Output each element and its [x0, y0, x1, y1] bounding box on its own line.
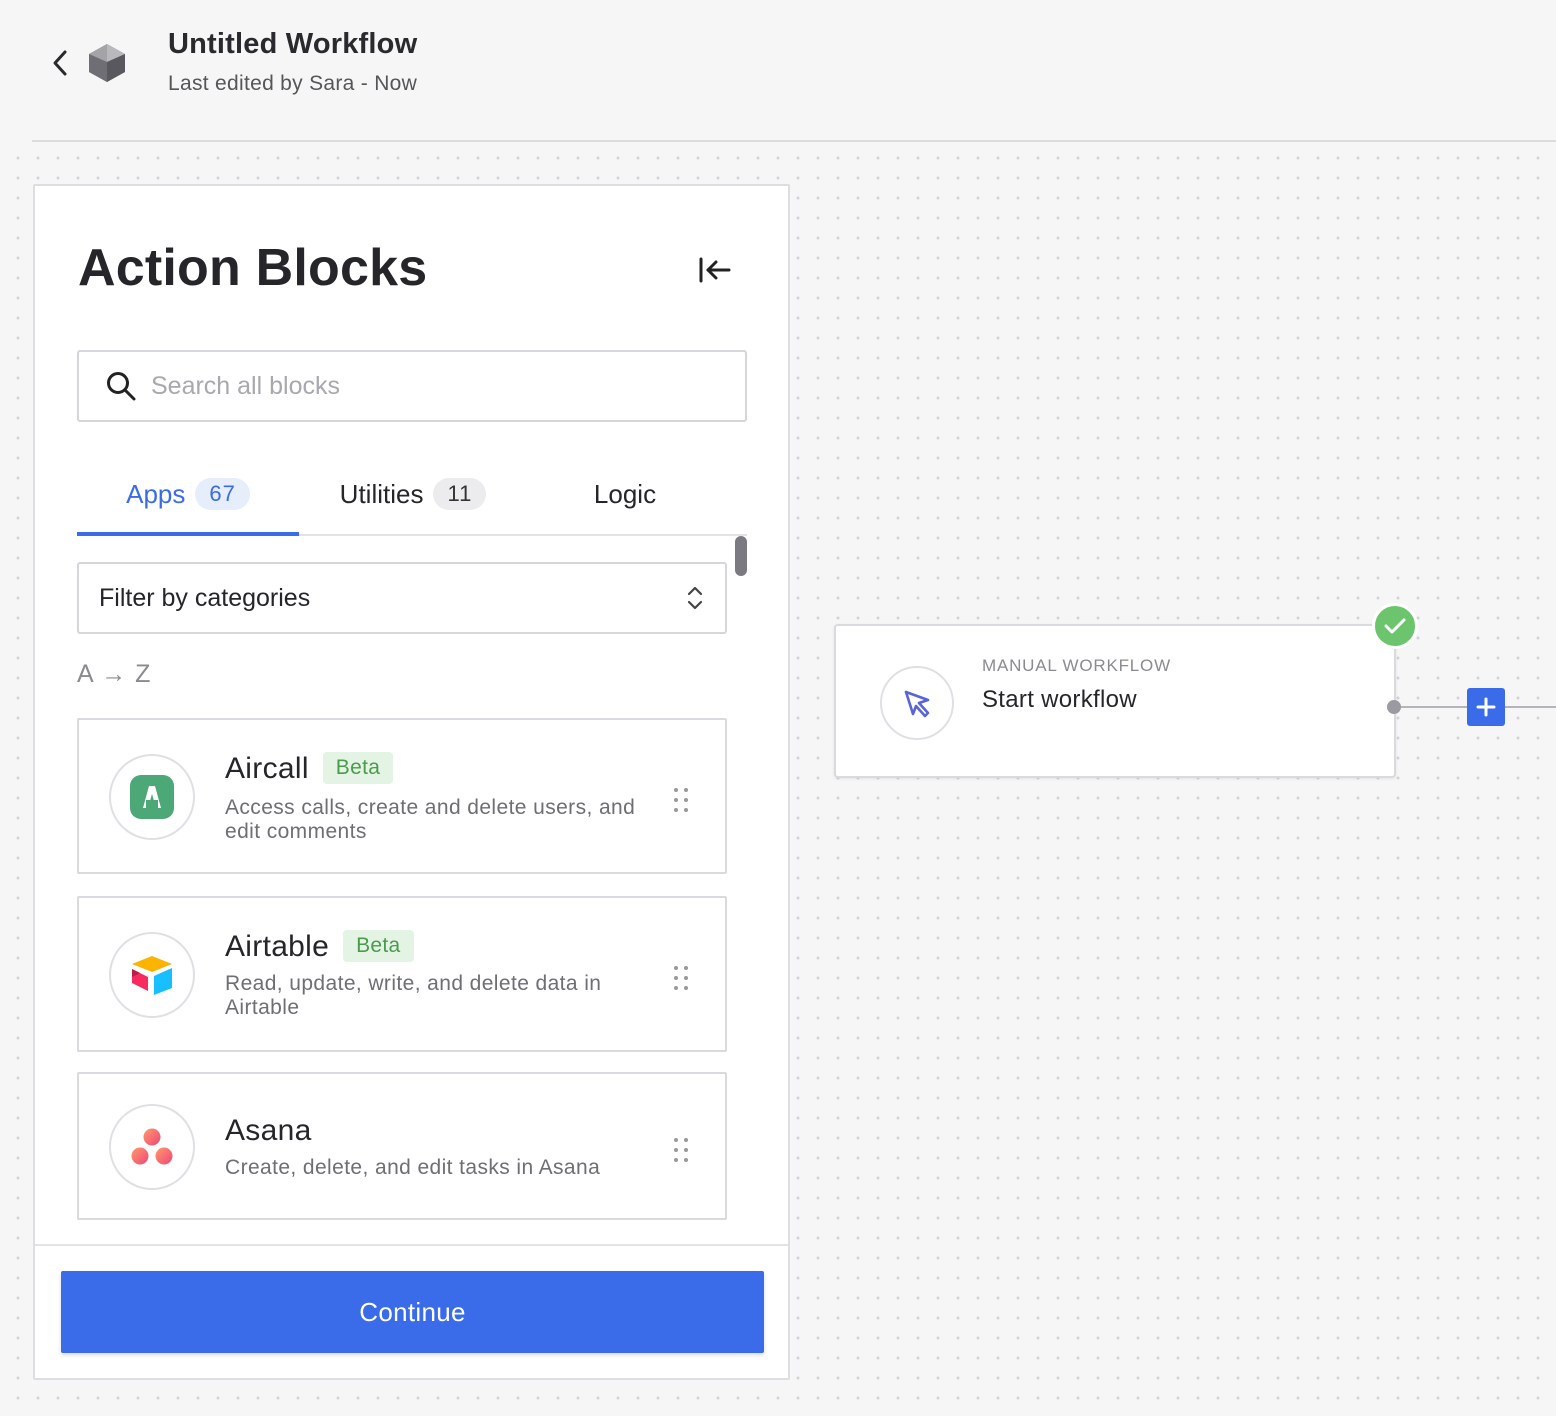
sort-order-label[interactable]: A → Z: [77, 660, 151, 689]
beta-badge: Beta: [343, 930, 414, 962]
list-item-name: Aircall: [225, 752, 309, 785]
workflow-title[interactable]: Untitled Workflow: [168, 28, 417, 61]
list-item-description: Create, delete, and edit tasks in Asana: [225, 1156, 601, 1179]
list-item-name: Asana: [225, 1114, 312, 1147]
plus-icon: [1476, 697, 1496, 717]
node-title: Start workflow: [982, 686, 1137, 713]
asana-logo-icon: [109, 1104, 195, 1190]
header-divider: [32, 140, 1556, 142]
connector-dot[interactable]: [1387, 700, 1401, 714]
workflow-logo-icon: [86, 42, 128, 84]
drag-handle-icon[interactable]: [669, 784, 693, 816]
workflow-node-start[interactable]: MANUAL WORKFLOW Start workflow: [834, 624, 1396, 778]
last-edited-text: Last edited by Sara - Now: [168, 72, 418, 95]
back-button[interactable]: [42, 44, 78, 82]
active-tab-indicator: [77, 532, 299, 536]
node-type-label: MANUAL WORKFLOW: [982, 656, 1171, 675]
tab-utilities-count: 11: [433, 478, 487, 510]
tab-logic[interactable]: Logic: [555, 454, 695, 534]
search-box[interactable]: [77, 350, 747, 422]
panel-title: Action Blocks: [78, 239, 428, 297]
chevron-up-down-icon: [687, 586, 703, 610]
search-icon: [107, 372, 136, 401]
tab-apps-label: Apps: [126, 478, 186, 509]
check-icon: [1372, 603, 1418, 649]
tab-apps[interactable]: Apps 67: [77, 454, 299, 536]
list-item-title: Asana: [225, 1114, 312, 1148]
list-item-description: Access calls, create and delete users, a…: [225, 796, 636, 843]
list-item-title: Airtable Beta: [225, 930, 414, 964]
collapse-left-icon: [699, 257, 731, 283]
list-item-description: Read, update, write, and delete data in …: [225, 972, 602, 1019]
beta-badge: Beta: [322, 752, 394, 784]
list-item[interactable]: Asana Create, delete, and edit tasks in …: [77, 1072, 727, 1220]
airtable-logo-icon: [109, 932, 195, 1018]
list-item[interactable]: Airtable Beta Read, update, write, and de…: [77, 896, 727, 1052]
search-input[interactable]: [151, 371, 711, 401]
continue-button[interactable]: Continue: [61, 1271, 764, 1353]
drag-handle-icon[interactable]: [669, 962, 693, 994]
drag-handle-icon[interactable]: [669, 1134, 693, 1166]
list-scrollbar[interactable]: [735, 536, 747, 576]
panel-footer-divider: [35, 1244, 788, 1246]
cursor-icon: [880, 666, 954, 740]
tab-utilities[interactable]: Utilities 11: [313, 454, 513, 534]
chevron-left-icon: [53, 50, 67, 76]
category-filter-select[interactable]: Filter by categories: [77, 562, 727, 634]
list-item[interactable]: Aircall Beta Access calls, create and del…: [77, 718, 727, 874]
filter-label: Filter by categories: [99, 583, 311, 612]
action-blocks-panel: Action Blocks Apps 67 Utilities 11 Logic…: [33, 184, 790, 1380]
aircall-logo-icon: [109, 754, 195, 840]
tab-utilities-label: Utilities: [339, 478, 424, 509]
list-item-title: Aircall Beta: [225, 752, 394, 786]
tab-logic-label: Logic: [593, 478, 657, 509]
add-step-button[interactable]: [1467, 688, 1505, 726]
tab-apps-count: 67: [195, 478, 250, 510]
header: Untitled Workflow Last edited by Sara - …: [0, 0, 1556, 142]
block-tabs: Apps 67 Utilities 11 Logic: [77, 454, 747, 536]
collapse-panel-button[interactable]: [695, 250, 735, 290]
list-item-name: Airtable: [225, 930, 330, 963]
